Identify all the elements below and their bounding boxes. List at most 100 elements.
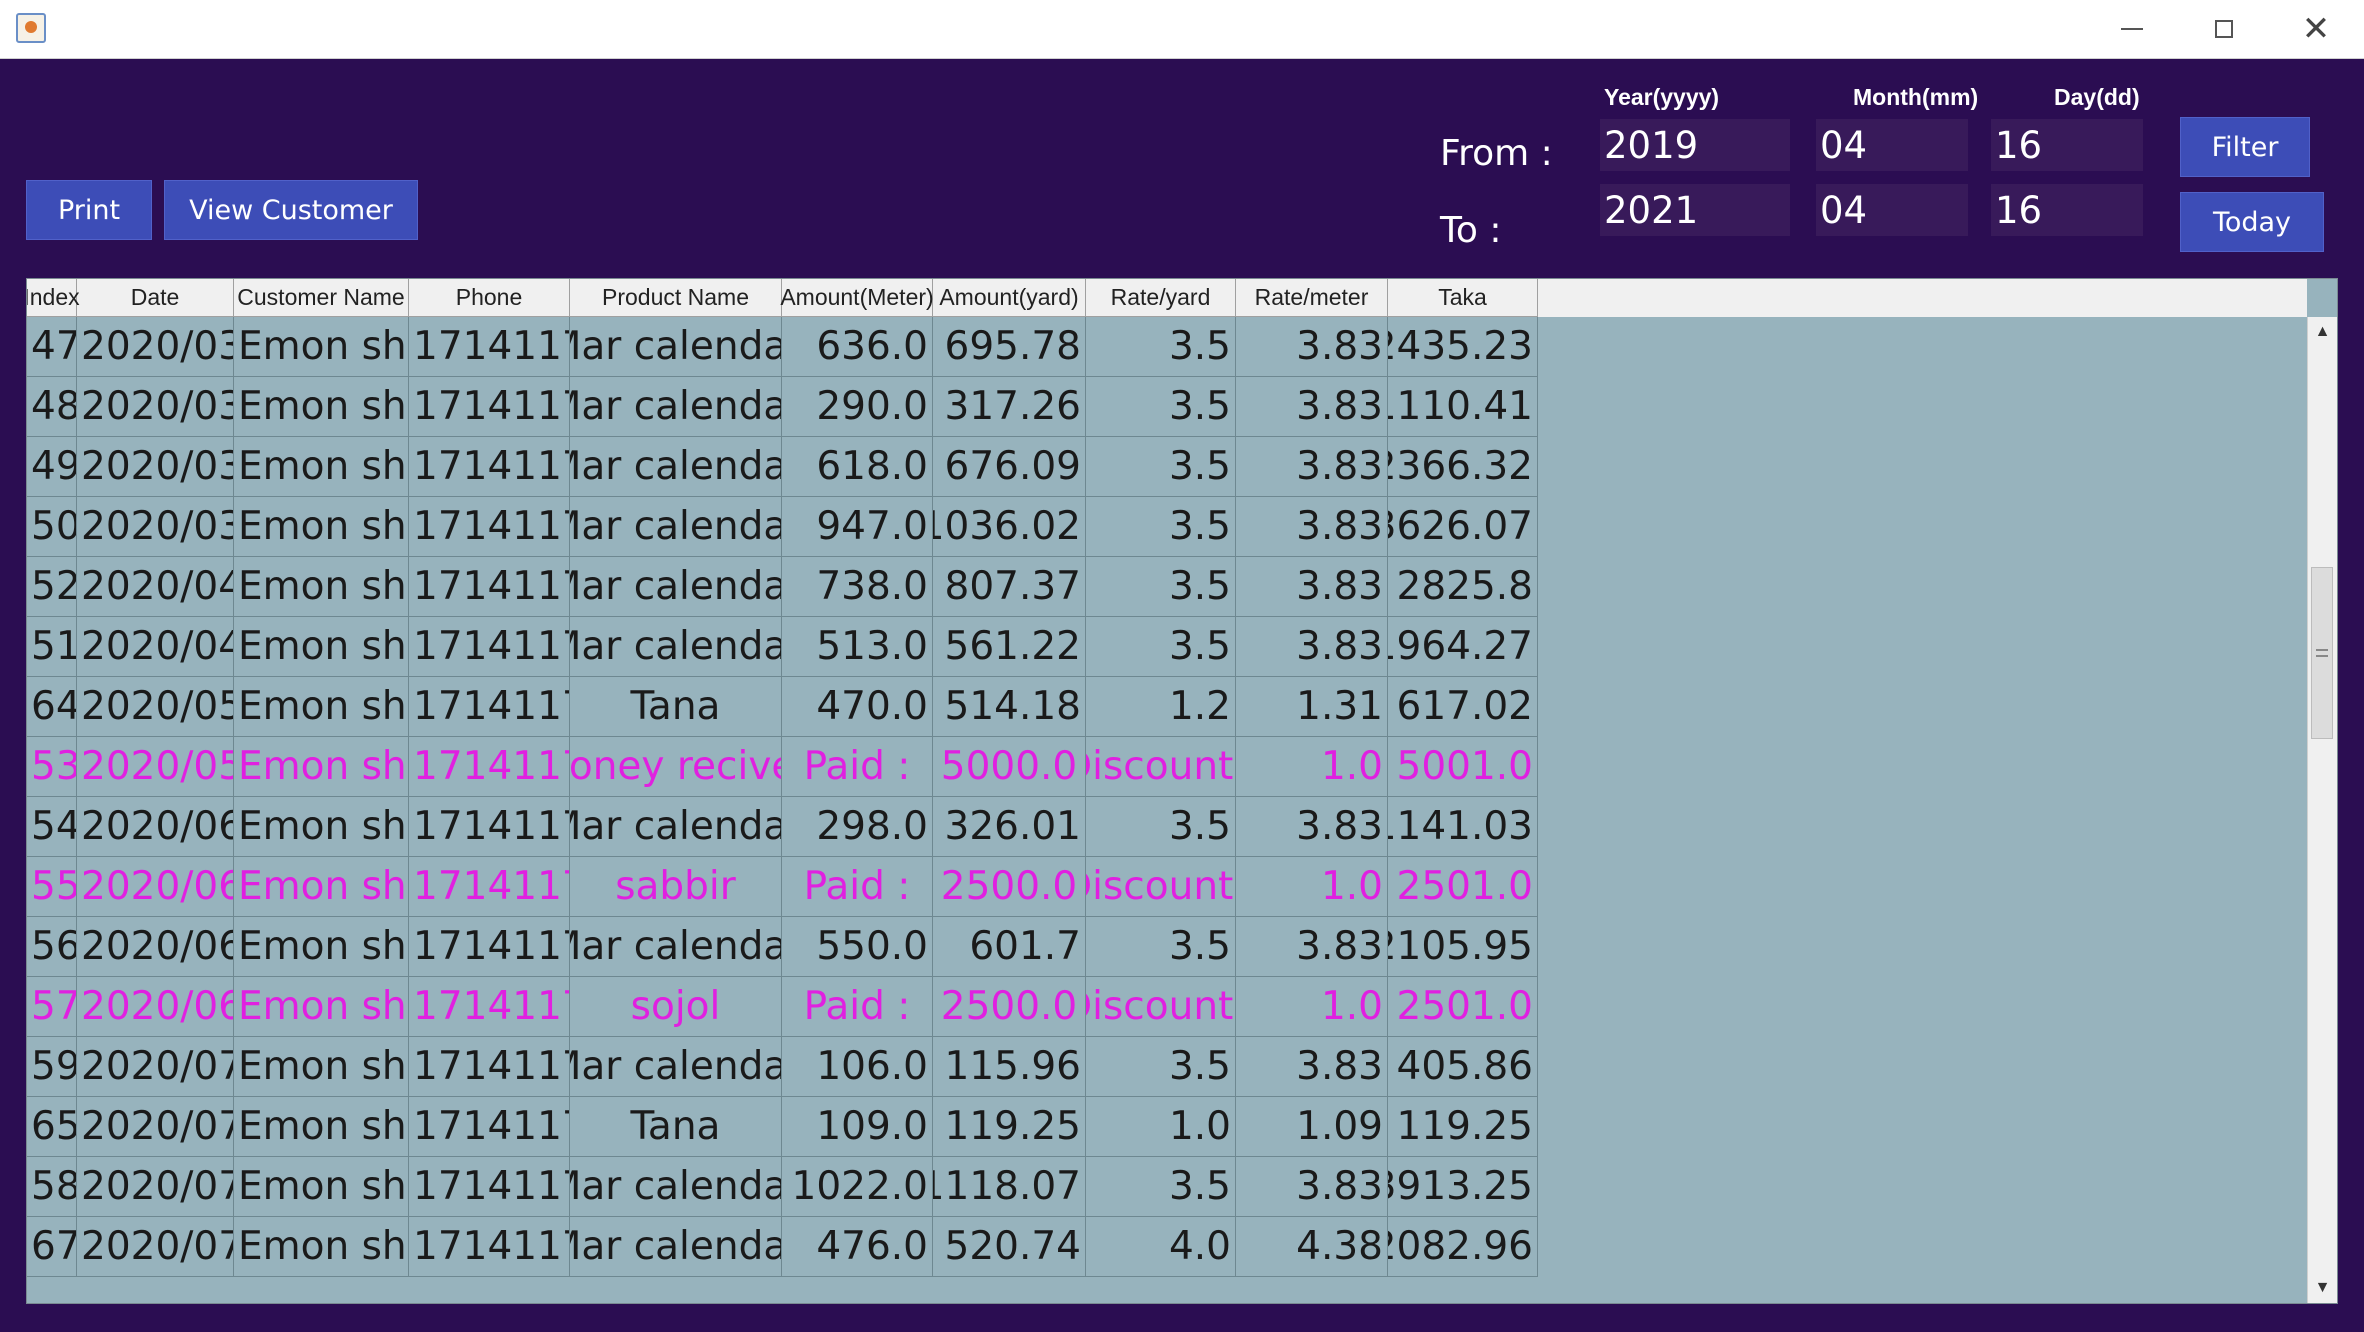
cell-rate-yard: 3.5: [1086, 317, 1236, 377]
minimize-button[interactable]: [2086, 0, 2178, 58]
column-header-rate-meter[interactable]: Rate/meter: [1236, 279, 1388, 317]
cell-index: 50: [27, 497, 77, 557]
cell-amount-meter: 298.0: [782, 797, 933, 857]
cell-date: 2020/07/09: [77, 1217, 234, 1277]
table-row[interactable]: 482020/03/15Emon sheikh1714117075Mar cal…: [27, 377, 2307, 437]
print-button[interactable]: Print: [26, 180, 152, 240]
cell-index: 65: [27, 1097, 77, 1157]
today-button[interactable]: Today: [2180, 192, 2324, 252]
vertical-scrollbar[interactable]: ▲ ▼: [2307, 317, 2337, 1303]
to-year-field[interactable]: 2021: [1600, 184, 1790, 236]
maximize-button[interactable]: [2178, 0, 2270, 58]
cell-index: 59: [27, 1037, 77, 1097]
cell-product-name: Mar calendar: [570, 1157, 782, 1217]
scroll-up-icon[interactable]: ▲: [2308, 317, 2337, 347]
payment-row[interactable]: 552020/06/13Emon sheikh1714117075sabbirP…: [27, 857, 2307, 917]
cell-customer-name: Emon sheikh: [234, 557, 409, 617]
cell-amount-yard: 807.37: [933, 557, 1086, 617]
to-day-field[interactable]: 16: [1991, 184, 2143, 236]
table-row[interactable]: 592020/07/05Emon sheikh1714117075Mar cal…: [27, 1037, 2307, 1097]
from-year-field[interactable]: 2019: [1600, 119, 1790, 171]
table-row[interactable]: 562020/06/26Emon sheikh1714117075Mar cal…: [27, 917, 2307, 977]
scroll-down-icon[interactable]: ▼: [2308, 1273, 2337, 1303]
cell-date: 2020/06/26: [77, 917, 234, 977]
column-header-index[interactable]: Index: [27, 279, 80, 317]
scrollbar-thumb[interactable]: [2311, 567, 2333, 739]
table-row[interactable]: 522020/04/14Emon sheikh1714117075Mar cal…: [27, 557, 2307, 617]
cell-amount-yard: 317.26: [933, 377, 1086, 437]
cell-amount-meter: 947.0: [782, 497, 933, 557]
cell-amount-meter: 636.0: [782, 317, 933, 377]
payment-row[interactable]: 532020/05/22Emon sheikh1714117075money r…: [27, 737, 2307, 797]
cell-amount-meter: 106.0: [782, 1037, 933, 1097]
column-header-product-name[interactable]: Product Name: [570, 279, 782, 317]
table-row[interactable]: 652020/07/06Emon sheikh1714117075Tana109…: [27, 1097, 2307, 1157]
cell-date: 2020/06/27: [77, 977, 234, 1037]
table-row[interactable]: 472020/03/09Emon sheikh1714117075Mar cal…: [27, 317, 2307, 377]
cell-amount-yard: 2500.0: [933, 857, 1086, 917]
from-month-field[interactable]: 04: [1816, 119, 1968, 171]
cell-phone: 1714117075: [409, 437, 570, 497]
column-header-taka[interactable]: Taka: [1388, 279, 1538, 317]
cell-index: 54: [27, 797, 77, 857]
to-label: To :: [1440, 210, 1502, 251]
cell-taka: 2082.96: [1388, 1217, 1538, 1277]
cell-customer-name: Emon sheikh: [234, 977, 409, 1037]
cell-rate-meter: 1.0: [1236, 857, 1388, 917]
cell-index: 52: [27, 557, 77, 617]
from-day-field[interactable]: 16: [1991, 119, 2143, 171]
table-row[interactable]: 542020/06/13Emon sheikh1714117075Mar cal…: [27, 797, 2307, 857]
cell-phone: 1714117075: [409, 557, 570, 617]
table-row[interactable]: 642020/05/19Emon sheikh1714117075Tana470…: [27, 677, 2307, 737]
cell-rate-meter: 3.83: [1236, 317, 1388, 377]
cell-product-name: Mar calendar: [570, 437, 782, 497]
cell-customer-name: Emon sheikh: [234, 1097, 409, 1157]
cell-date: 2020/07/05: [77, 1037, 234, 1097]
table-row[interactable]: 582020/07/07Emon sheikh1714117075Mar cal…: [27, 1157, 2307, 1217]
cell-taka: 2366.32: [1388, 437, 1538, 497]
cell-amount-meter: 1022.0: [782, 1157, 933, 1217]
cell-product-name: sojol: [570, 977, 782, 1037]
day-header: Day(dd): [2054, 84, 2140, 110]
close-icon: ✕: [2301, 9, 2331, 49]
cell-rate-meter: 3.83: [1236, 377, 1388, 437]
column-header-rate-yard[interactable]: Rate/yard: [1086, 279, 1236, 317]
cell-rate-meter: 3.83: [1236, 1037, 1388, 1097]
column-header-phone[interactable]: Phone: [409, 279, 570, 317]
filter-button[interactable]: Filter: [2180, 117, 2310, 177]
column-header-amount-meter[interactable]: Amount(Meter): [780, 279, 934, 317]
cell-taka: 1141.03: [1388, 797, 1538, 857]
cell-customer-name: Emon sheikh: [234, 1037, 409, 1097]
close-button[interactable]: ✕: [2270, 0, 2362, 58]
cell-amount-meter: 470.0: [782, 677, 933, 737]
cell-amount-meter: 109.0: [782, 1097, 933, 1157]
to-month-field[interactable]: 04: [1816, 184, 1968, 236]
cell-rate-meter: 1.0: [1236, 737, 1388, 797]
cell-phone: 1714117075: [409, 1157, 570, 1217]
cell-date: 2020/03/09: [77, 317, 234, 377]
cell-index: 57: [27, 977, 77, 1037]
cell-phone: 1714117075: [409, 677, 570, 737]
view-customer-button[interactable]: View Customer: [164, 180, 418, 240]
cell-product-name: Mar calendar: [570, 497, 782, 557]
cell-amount-yard: 601.7: [933, 917, 1086, 977]
table-body: 472020/03/09Emon sheikh1714117075Mar cal…: [27, 317, 2307, 1277]
cell-taka: 5001.0: [1388, 737, 1538, 797]
cell-phone: 1714117075: [409, 497, 570, 557]
cell-rate-meter: 1.09: [1236, 1097, 1388, 1157]
table-row[interactable]: 672020/07/09Emon sheikh1714117075Mar cal…: [27, 1217, 2307, 1277]
cell-taka: 405.86: [1388, 1037, 1538, 1097]
cell-amount-meter: 513.0: [782, 617, 933, 677]
cell-rate-yard: Discount :: [1086, 737, 1236, 797]
cell-product-name: money recived: [570, 737, 782, 797]
column-header-amount-yard[interactable]: Amount(yard): [933, 279, 1086, 317]
cell-taka: 1964.27: [1388, 617, 1538, 677]
table-row[interactable]: 512020/04/22Emon sheikh1714117075Mar cal…: [27, 617, 2307, 677]
sales-table[interactable]: Index Date Customer Name Phone Product Name A…: [26, 278, 2338, 1304]
cell-date: 2020/04/14: [77, 557, 234, 617]
column-header-customer-name[interactable]: Customer Name: [234, 279, 409, 317]
table-row[interactable]: 502020/03/25Emon sheikh1714117075Mar cal…: [27, 497, 2307, 557]
column-header-date[interactable]: Date: [77, 279, 234, 317]
payment-row[interactable]: 572020/06/27Emon sheikh1714117075sojolPa…: [27, 977, 2307, 1037]
table-row[interactable]: 492020/03/19Emon sheikh1714117075Mar cal…: [27, 437, 2307, 497]
